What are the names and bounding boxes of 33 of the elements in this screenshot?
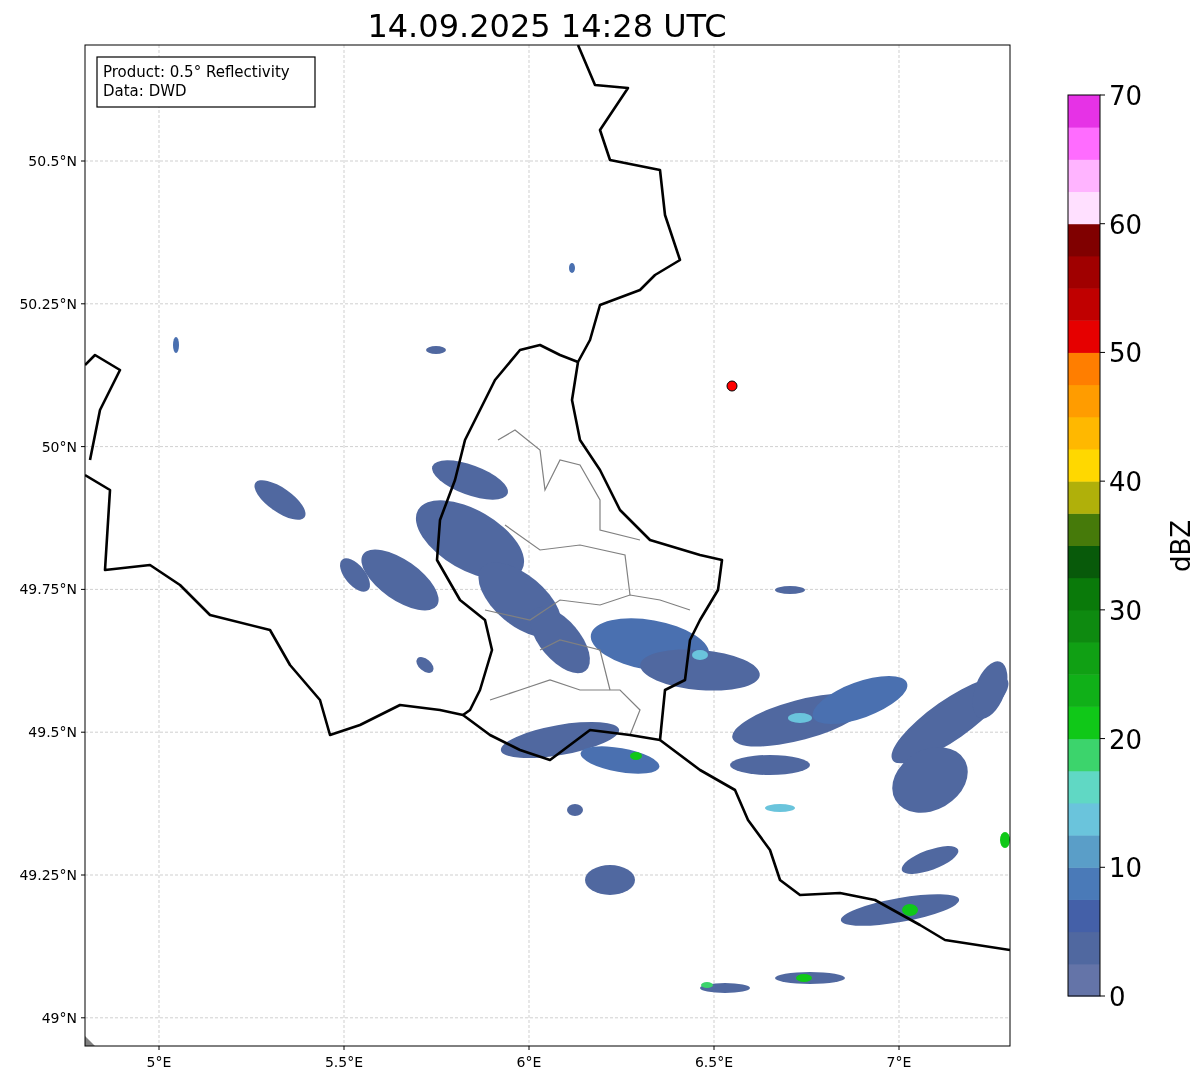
colorbar-tick-label: 50 [1109,338,1143,369]
longitude-label: 6.5°E [694,1054,734,1070]
latitude-label: 49.25°N [19,867,77,883]
colorbar-tick-label: 30 [1109,595,1143,626]
tick-mark [1099,223,1106,225]
colorbar-tick-label: 60 [1109,209,1143,240]
tick-mark [1099,480,1106,482]
longitude-label: 7°E [886,1054,912,1070]
latitude-label: 50.5°N [28,153,77,169]
tick-mark [1099,866,1106,868]
colorbar-tick-label: 40 [1109,467,1143,498]
longitude-label: 5°E [146,1054,172,1070]
tick-mark [1099,351,1106,353]
latitude-label: 49.5°N [28,724,77,741]
colorbar-tick-label: 70 [1109,81,1143,111]
info-text: Data: DWD [103,82,187,100]
colorbar-tick-label: 10 [1109,853,1143,884]
tick-mark [1099,995,1106,997]
latitude-label: 50.25°N [19,295,77,312]
tick-mark [1099,94,1106,96]
latitude-label: 49.75°N [19,581,77,598]
chart-title: 14.09.2025 14:28 UTC [367,7,727,45]
colorbar-label: dBZ [1166,519,1196,573]
latitude-label: 50°N [41,438,77,455]
info-text: Product: 0.5° Reflectivity [103,63,290,81]
latitude-label: 49°N [41,1009,77,1026]
colorbar-tick-label: 20 [1109,724,1143,755]
tick-mark [1099,738,1106,740]
longitude-label: 5.5°E [324,1054,364,1070]
tick-mark [1099,609,1106,611]
radar-site-marker [726,380,738,392]
longitude-label: 6°E [516,1054,542,1070]
colorbar-tick-label: 0 [1109,982,1126,1012]
